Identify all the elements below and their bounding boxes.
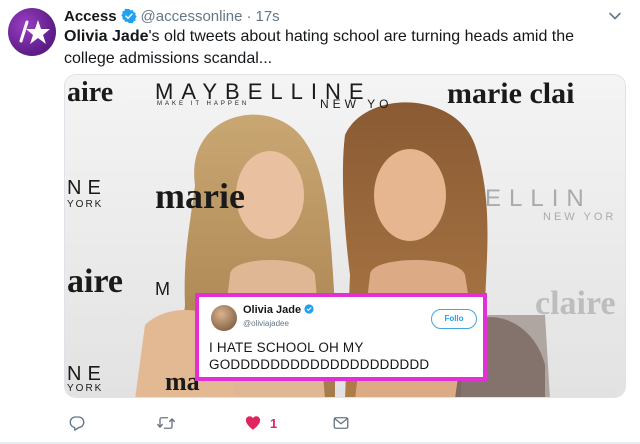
author-avatar[interactable] [8,8,56,56]
embedded-tweet-text: I HATE SCHOOL OH MY GODDDDDDDDDDDDDDDDDD… [209,339,429,373]
mention-highlight: Olivia Jade [64,28,149,45]
logo-elline: ELLIN [485,185,592,212]
logo-new-york-right: NEW YOR [543,211,617,223]
logo-claire-right: claire [535,285,616,322]
tweet-header: Access @accessonline · 17s [64,6,280,26]
logo-aire-mid: aire [67,263,124,300]
logo-aire-top: aire [67,77,114,108]
envelope-icon [333,417,349,429]
like-count: 1 [270,415,278,431]
tweet-timestamp[interactable]: 17s [256,8,280,25]
embedded-name-text: Olivia Jade [243,304,302,316]
logo-ne-mid: NE [67,177,107,199]
author-name[interactable]: Access [64,8,117,25]
embedded-author-handle: @oliviajadee [243,319,289,328]
author-handle[interactable]: @accessonline [141,8,243,25]
reply-button[interactable] [68,414,156,432]
logo-m-mid: M [155,279,170,299]
chevron-down-icon[interactable] [608,9,622,23]
like-button[interactable]: 1 [244,414,332,432]
embedded-follow-button: Follo [431,309,477,329]
direct-message-button[interactable] [332,414,350,432]
embedded-tweet-card: Olivia Jade @oliviajadee Follo I HATE SC… [195,293,487,381]
reply-icon [69,416,85,431]
maybelline-tagline: MAKE IT HAPPEN [157,101,250,107]
access-logo-icon [19,20,50,44]
retweet-button[interactable] [156,414,244,432]
embedded-line-2: GODDDDDDDDDDDDDDDDDDDD [209,357,430,372]
embedded-author-name: Olivia Jade [243,304,314,316]
tweet-media[interactable]: aire MAYBELLINE MAKE IT HAPPEN NEW YO ma… [64,74,626,398]
logo-new-york-top: NEW YO [320,97,393,111]
tweet-actions: 1 [68,412,350,434]
heart-icon [245,416,261,430]
verified-badge-icon [120,8,137,24]
retweet-icon [157,417,175,429]
logo-york-bottom: YORK [67,383,104,394]
embedded-line-1: I HATE SCHOOL OH MY [209,340,364,355]
logo-marie-claire-top: marie clai [447,77,575,110]
tweet-text: Olivia Jade's old tweets about hating sc… [64,26,624,70]
separator-dot: · [246,7,252,25]
verified-badge-icon [304,304,314,314]
logo-marie-mid: marie [155,176,245,216]
embedded-avatar [211,305,237,331]
logo-york-mid: YORK [67,199,104,210]
